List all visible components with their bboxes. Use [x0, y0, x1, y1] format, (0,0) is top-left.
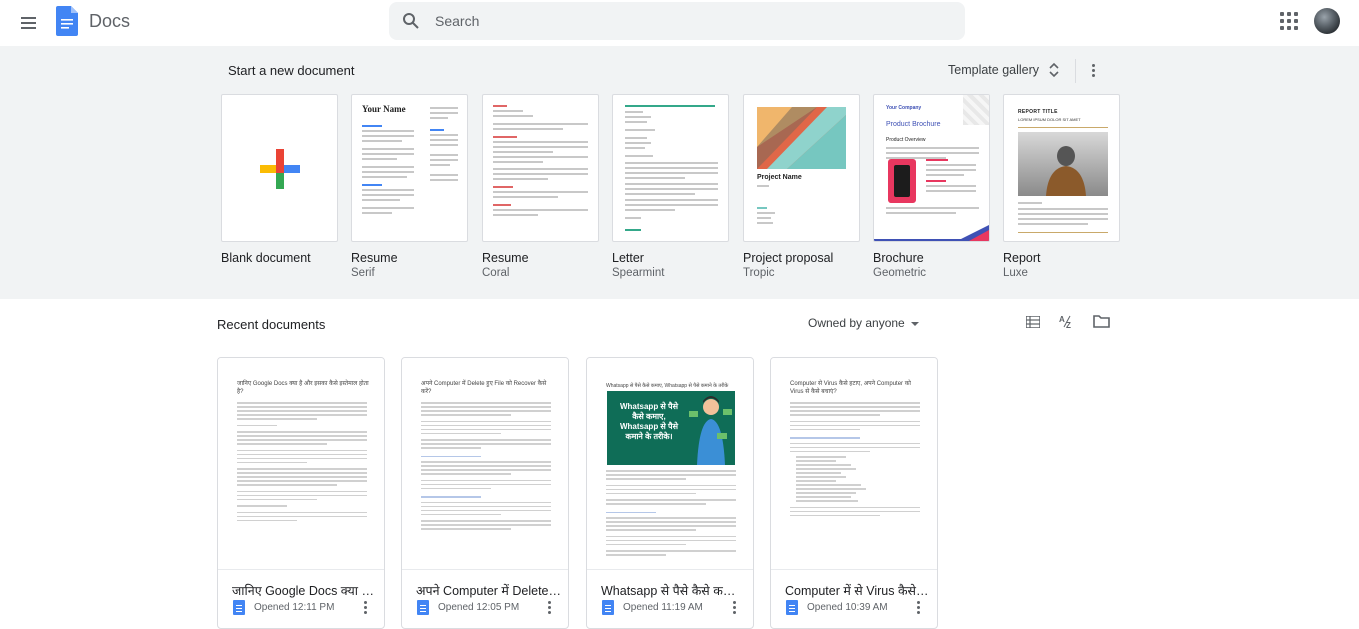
doc-thumbnail[interactable]: अपने Computer में Delete हुए File को Rec…: [402, 358, 568, 570]
sort-az-icon[interactable]: A Z: [1059, 313, 1075, 329]
more-options-icon[interactable]: [1088, 63, 1100, 79]
thumb-subheading: LOREM IPSUM DOLOR SIT AMET: [1018, 117, 1081, 122]
template-project-proposal-tropic[interactable]: Project Name Project proposal Tropic: [743, 94, 860, 279]
banner-text: Whatsapp से पैसे कैसे कमाए, Whatsapp से …: [619, 402, 679, 441]
whatsapp-banner-image: Whatsapp से पैसे कैसे कमाए, Whatsapp से …: [607, 391, 735, 465]
doc-more-options-icon[interactable]: [731, 600, 739, 614]
google-apps-icon[interactable]: [1280, 12, 1298, 30]
divider: [1075, 59, 1076, 83]
caret-down-icon: [910, 321, 919, 326]
template-name: Project proposal: [743, 251, 834, 265]
template-resume-coral[interactable]: Resume Coral: [482, 94, 599, 279]
doc-thumbnail[interactable]: Computer से Virus कैसे हटाए, अपने Comput…: [771, 358, 937, 570]
template-report-luxe[interactable]: REPORT TITLE LOREM IPSUM DOLOR SIT AMET …: [1003, 94, 1120, 279]
template-thumbnail[interactable]: Your Name: [351, 94, 468, 242]
template-name: Resume: [351, 251, 398, 265]
doc-thumbnail[interactable]: जानिए Google Docs क्या है और इसका कैसे इ…: [218, 358, 384, 570]
template-name: Blank document: [221, 251, 311, 265]
thumb-heading: Project Name: [757, 174, 802, 181]
doc-more-options-icon[interactable]: [362, 600, 370, 614]
template-style: Spearmint: [612, 267, 665, 279]
search-bar[interactable]: [389, 2, 965, 40]
doc-title: अपने Computer में Delete हु...: [416, 584, 561, 598]
recent-doc-card[interactable]: Computer से Virus कैसे हटाए, अपने Comput…: [770, 357, 938, 629]
doc-more-options-icon[interactable]: [546, 600, 554, 614]
folder-picker-icon[interactable]: [1093, 315, 1110, 328]
thumb-subheading: Product Overview: [886, 137, 926, 143]
doc-opened-time: Opened 11:19 AM: [623, 602, 703, 613]
doc-title: Computer में से Virus कैसे ह...: [785, 584, 930, 598]
template-resume-serif[interactable]: Your Name Resume Serif: [351, 94, 468, 279]
template-thumbnail[interactable]: [482, 94, 599, 242]
unfold-more-icon[interactable]: [1048, 62, 1060, 78]
report-photo: [1018, 132, 1108, 196]
thumb-company: Your Company: [886, 105, 922, 111]
owner-filter-label: Owned by anyone: [808, 316, 905, 330]
recent-documents-title: Recent documents: [217, 317, 326, 332]
template-letter-spearmint[interactable]: Letter Spearmint: [612, 94, 729, 279]
doc-thumb-heading: Computer से Virus कैसे हटाए, अपने Comput…: [790, 381, 911, 395]
doc-opened-time: Opened 10:39 AM: [807, 602, 888, 613]
section-title: Start a new document: [228, 63, 355, 78]
tropic-graphic: [757, 107, 846, 169]
template-thumbnail[interactable]: [612, 94, 729, 242]
recent-doc-card[interactable]: Whatsapp से पैसे कैसे कमाए, Whatsapp से …: [586, 357, 754, 629]
template-blank[interactable]: Blank document: [221, 94, 338, 265]
main-menu-icon[interactable]: [14, 9, 42, 37]
doc-thumb-heading: जानिए Google Docs क्या है और इसका कैसे इ…: [237, 381, 369, 395]
list-view-icon[interactable]: [1026, 316, 1040, 328]
search-icon[interactable]: [402, 12, 420, 30]
doc-opened-time: Opened 12:11 PM: [254, 602, 335, 613]
template-brochure-geometric[interactable]: Your Company Product Brochure Product Ov…: [873, 94, 990, 279]
template-style: Serif: [351, 267, 375, 279]
doc-title: जानिए Google Docs क्या है ...: [232, 584, 377, 598]
template-style: Coral: [482, 267, 510, 279]
doc-more-options-icon[interactable]: [915, 600, 923, 614]
docs-file-icon: [786, 600, 798, 615]
docs-file-icon: [602, 600, 614, 615]
template-section: Start a new document Template gallery Bl…: [0, 46, 1359, 299]
thumb-heading: Product Brochure: [886, 121, 941, 128]
template-style: Luxe: [1003, 267, 1028, 279]
template-thumbnail[interactable]: REPORT TITLE LOREM IPSUM DOLOR SIT AMET: [1003, 94, 1120, 242]
app-title[interactable]: Docs: [89, 10, 130, 32]
template-style: Tropic: [743, 267, 775, 279]
recent-doc-card[interactable]: जानिए Google Docs क्या है और इसका कैसे इ…: [217, 357, 385, 629]
template-name: Brochure: [873, 251, 924, 265]
template-name: Letter: [612, 251, 644, 265]
template-thumbnail[interactable]: Project Name: [743, 94, 860, 242]
doc-thumb-heading: Whatsapp से पैसे कैसे कमाए, Whatsapp से …: [606, 383, 729, 389]
docs-file-icon: [233, 600, 245, 615]
template-name: Resume: [482, 251, 529, 265]
doc-title: Whatsapp से पैसे कैसे कमाए...: [601, 584, 746, 598]
doc-thumb-heading: अपने Computer में Delete हुए File को Rec…: [421, 381, 547, 395]
search-input[interactable]: [435, 2, 935, 40]
template-style: Geometric: [873, 267, 927, 279]
template-thumbnail[interactable]: [221, 94, 338, 242]
top-bar: Docs: [0, 0, 1359, 46]
account-avatar[interactable]: [1314, 8, 1340, 34]
owner-filter-dropdown[interactable]: Owned by anyone: [808, 316, 919, 330]
person-illustration: [689, 396, 732, 465]
doc-opened-time: Opened 12:05 PM: [438, 602, 520, 613]
doc-thumbnail[interactable]: Whatsapp से पैसे कैसे कमाए, Whatsapp से …: [587, 358, 753, 570]
plus-icon: [260, 149, 300, 189]
thumb-heading: REPORT TITLE: [1018, 109, 1058, 115]
thumb-heading: Your Name: [362, 104, 406, 114]
template-thumbnail[interactable]: Your Company Product Brochure Product Ov…: [873, 94, 990, 242]
docs-file-icon: [417, 600, 429, 615]
template-gallery-button[interactable]: Template gallery: [948, 63, 1039, 77]
docs-logo-icon[interactable]: [56, 6, 78, 36]
recent-doc-card[interactable]: अपने Computer में Delete हुए File को Rec…: [401, 357, 569, 629]
template-name: Report: [1003, 251, 1041, 265]
svg-text:A: A: [1059, 315, 1065, 324]
